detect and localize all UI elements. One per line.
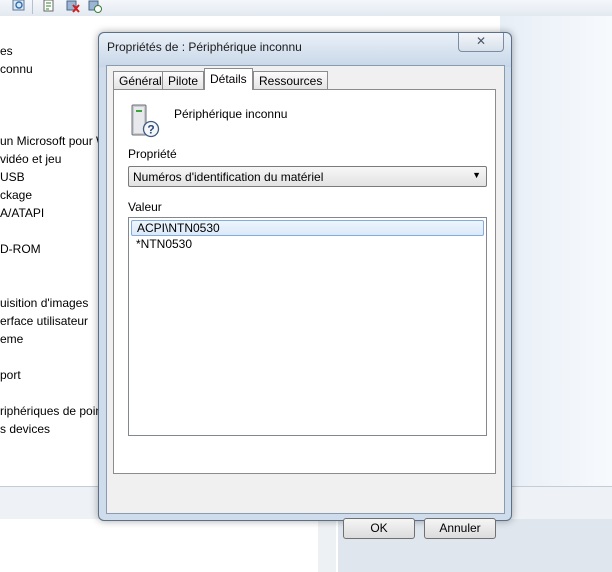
tree-item[interactable]: erface utilisateur [0, 314, 88, 328]
tree-item[interactable]: eme [0, 332, 23, 346]
tree-item[interactable]: un Microsoft pour W [0, 134, 107, 148]
tree-item[interactable]: riphériques de poin [0, 404, 102, 418]
taskbar-area [0, 519, 336, 572]
tab-general[interactable]: Général [113, 71, 168, 89]
background-pane [500, 16, 612, 486]
list-item[interactable]: ACPI\NTN0530 [131, 220, 484, 236]
value-list[interactable]: ACPI\NTN0530 *NTN0530 [128, 217, 487, 436]
tab-details[interactable]: Détails [204, 68, 253, 90]
close-icon: ✕ [475, 34, 487, 48]
tree-item[interactable]: vidéo et jeu [0, 152, 61, 166]
list-item[interactable]: *NTN0530 [131, 237, 484, 253]
scan-hardware-icon[interactable] [88, 0, 102, 13]
tree-item[interactable]: A/ATAPI [0, 206, 44, 220]
dialog-client: Général Pilote Détails Ressources ? Péri… [106, 65, 505, 539]
unknown-device-icon: ? [131, 104, 160, 138]
tree-item[interactable]: es [0, 44, 13, 58]
dialog-title: Propriétés de : Périphérique inconnu [107, 40, 302, 54]
device-name: Périphérique inconnu [174, 107, 288, 121]
value-label: Valeur [128, 200, 162, 214]
chevron-down-icon: ▼ [472, 170, 481, 180]
tree-item[interactable]: D-ROM [0, 242, 41, 256]
cancel-button[interactable]: Annuler [424, 518, 496, 539]
properties-icon[interactable] [42, 0, 56, 13]
uninstall-icon[interactable] [66, 0, 80, 13]
tab-resources[interactable]: Ressources [253, 71, 329, 89]
toolbar-separator [32, 0, 33, 14]
tab-driver[interactable]: Pilote [162, 71, 205, 89]
tree-item[interactable]: uisition d'images [0, 296, 88, 310]
property-select[interactable]: Numéros d'identification du matériel ▼ [128, 166, 487, 187]
scan-icon[interactable] [12, 0, 26, 13]
tree-item[interactable]: ckage [0, 188, 32, 202]
toolbar [0, 0, 612, 17]
tree-item[interactable]: s devices [0, 422, 50, 436]
properties-dialog: Propriétés de : Périphérique inconnu ✕ G… [98, 32, 512, 539]
tree-item[interactable]: port [0, 368, 21, 382]
svg-text:?: ? [147, 123, 154, 137]
ok-button[interactable]: OK [343, 518, 415, 539]
property-select-value: Numéros d'identification du matériel [133, 170, 324, 184]
tree-item[interactable]: connu [0, 62, 33, 76]
close-button[interactable]: ✕ [458, 33, 504, 52]
property-label: Propriété [128, 147, 177, 161]
tree-item[interactable]: USB [0, 170, 25, 184]
details-panel: ? Périphérique inconnu Propriété Numéros… [113, 89, 496, 474]
